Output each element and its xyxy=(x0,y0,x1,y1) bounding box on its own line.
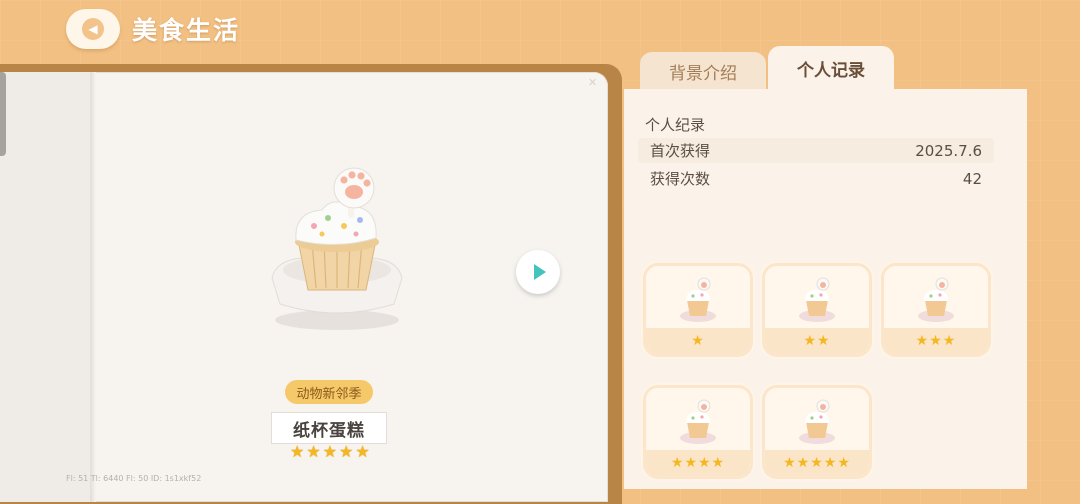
book-left-page xyxy=(0,72,92,502)
cupcake-illustration xyxy=(271,167,403,330)
variant-card-1-star[interactable]: ★ xyxy=(646,266,750,354)
star-rating: ★★★★★ xyxy=(290,442,372,461)
cupcake-thumbnail xyxy=(799,277,835,322)
next-page-button[interactable] xyxy=(516,250,560,294)
variant-stars: ★★★★ xyxy=(646,450,750,476)
record-label: 首次获得 xyxy=(650,142,711,160)
book-spine xyxy=(90,72,96,502)
chevron-left-icon: ◀ xyxy=(82,18,104,40)
cupcake-thumbnail xyxy=(680,399,716,444)
cupcake-thumbnail xyxy=(918,277,954,322)
variant-card-3-star[interactable]: ★★★ xyxy=(884,266,988,354)
record-row-first-obtained: 首次获得 2025.7.6 xyxy=(638,138,994,163)
cupcake-thumbnail xyxy=(799,399,835,444)
variant-stars: ★★ xyxy=(765,328,869,354)
record-value: 2025.7.6 xyxy=(915,141,982,160)
tab-background-info[interactable]: 背景介绍 xyxy=(640,52,766,90)
record-title: 个人纪录 xyxy=(645,116,706,134)
variant-stars: ★★★ xyxy=(884,328,988,354)
variant-stars: ★★★★★ xyxy=(765,450,869,476)
variant-card-4-star[interactable]: ★★★★ xyxy=(646,388,750,476)
back-button[interactable]: ◀ xyxy=(66,9,120,49)
variant-stars: ★ xyxy=(646,328,750,354)
variant-card-5-star[interactable]: ★★★★★ xyxy=(765,388,869,476)
record-label: 获得次数 xyxy=(650,170,711,188)
cupcake-thumbnail xyxy=(680,277,716,322)
item-name: 纸杯蛋糕 xyxy=(271,412,387,444)
header: ◀ 美食生活 xyxy=(66,8,240,50)
scroll-handle[interactable] xyxy=(0,72,6,156)
page-title: 美食生活 xyxy=(132,16,241,45)
record-row-obtain-count: 获得次数 42 xyxy=(638,166,994,191)
debug-info: Fl: 51 Tl: 6440 Fl: 50 ID: 1s1xkf52 xyxy=(66,474,202,483)
tab-personal-record[interactable]: 个人记录 xyxy=(768,46,894,90)
play-icon xyxy=(534,264,546,280)
record-value: 42 xyxy=(962,169,982,188)
variant-card-2-star[interactable]: ★★ xyxy=(765,266,869,354)
page-corner-icon: ✕ xyxy=(588,76,598,89)
season-badge: 动物新邻季 xyxy=(285,380,373,404)
